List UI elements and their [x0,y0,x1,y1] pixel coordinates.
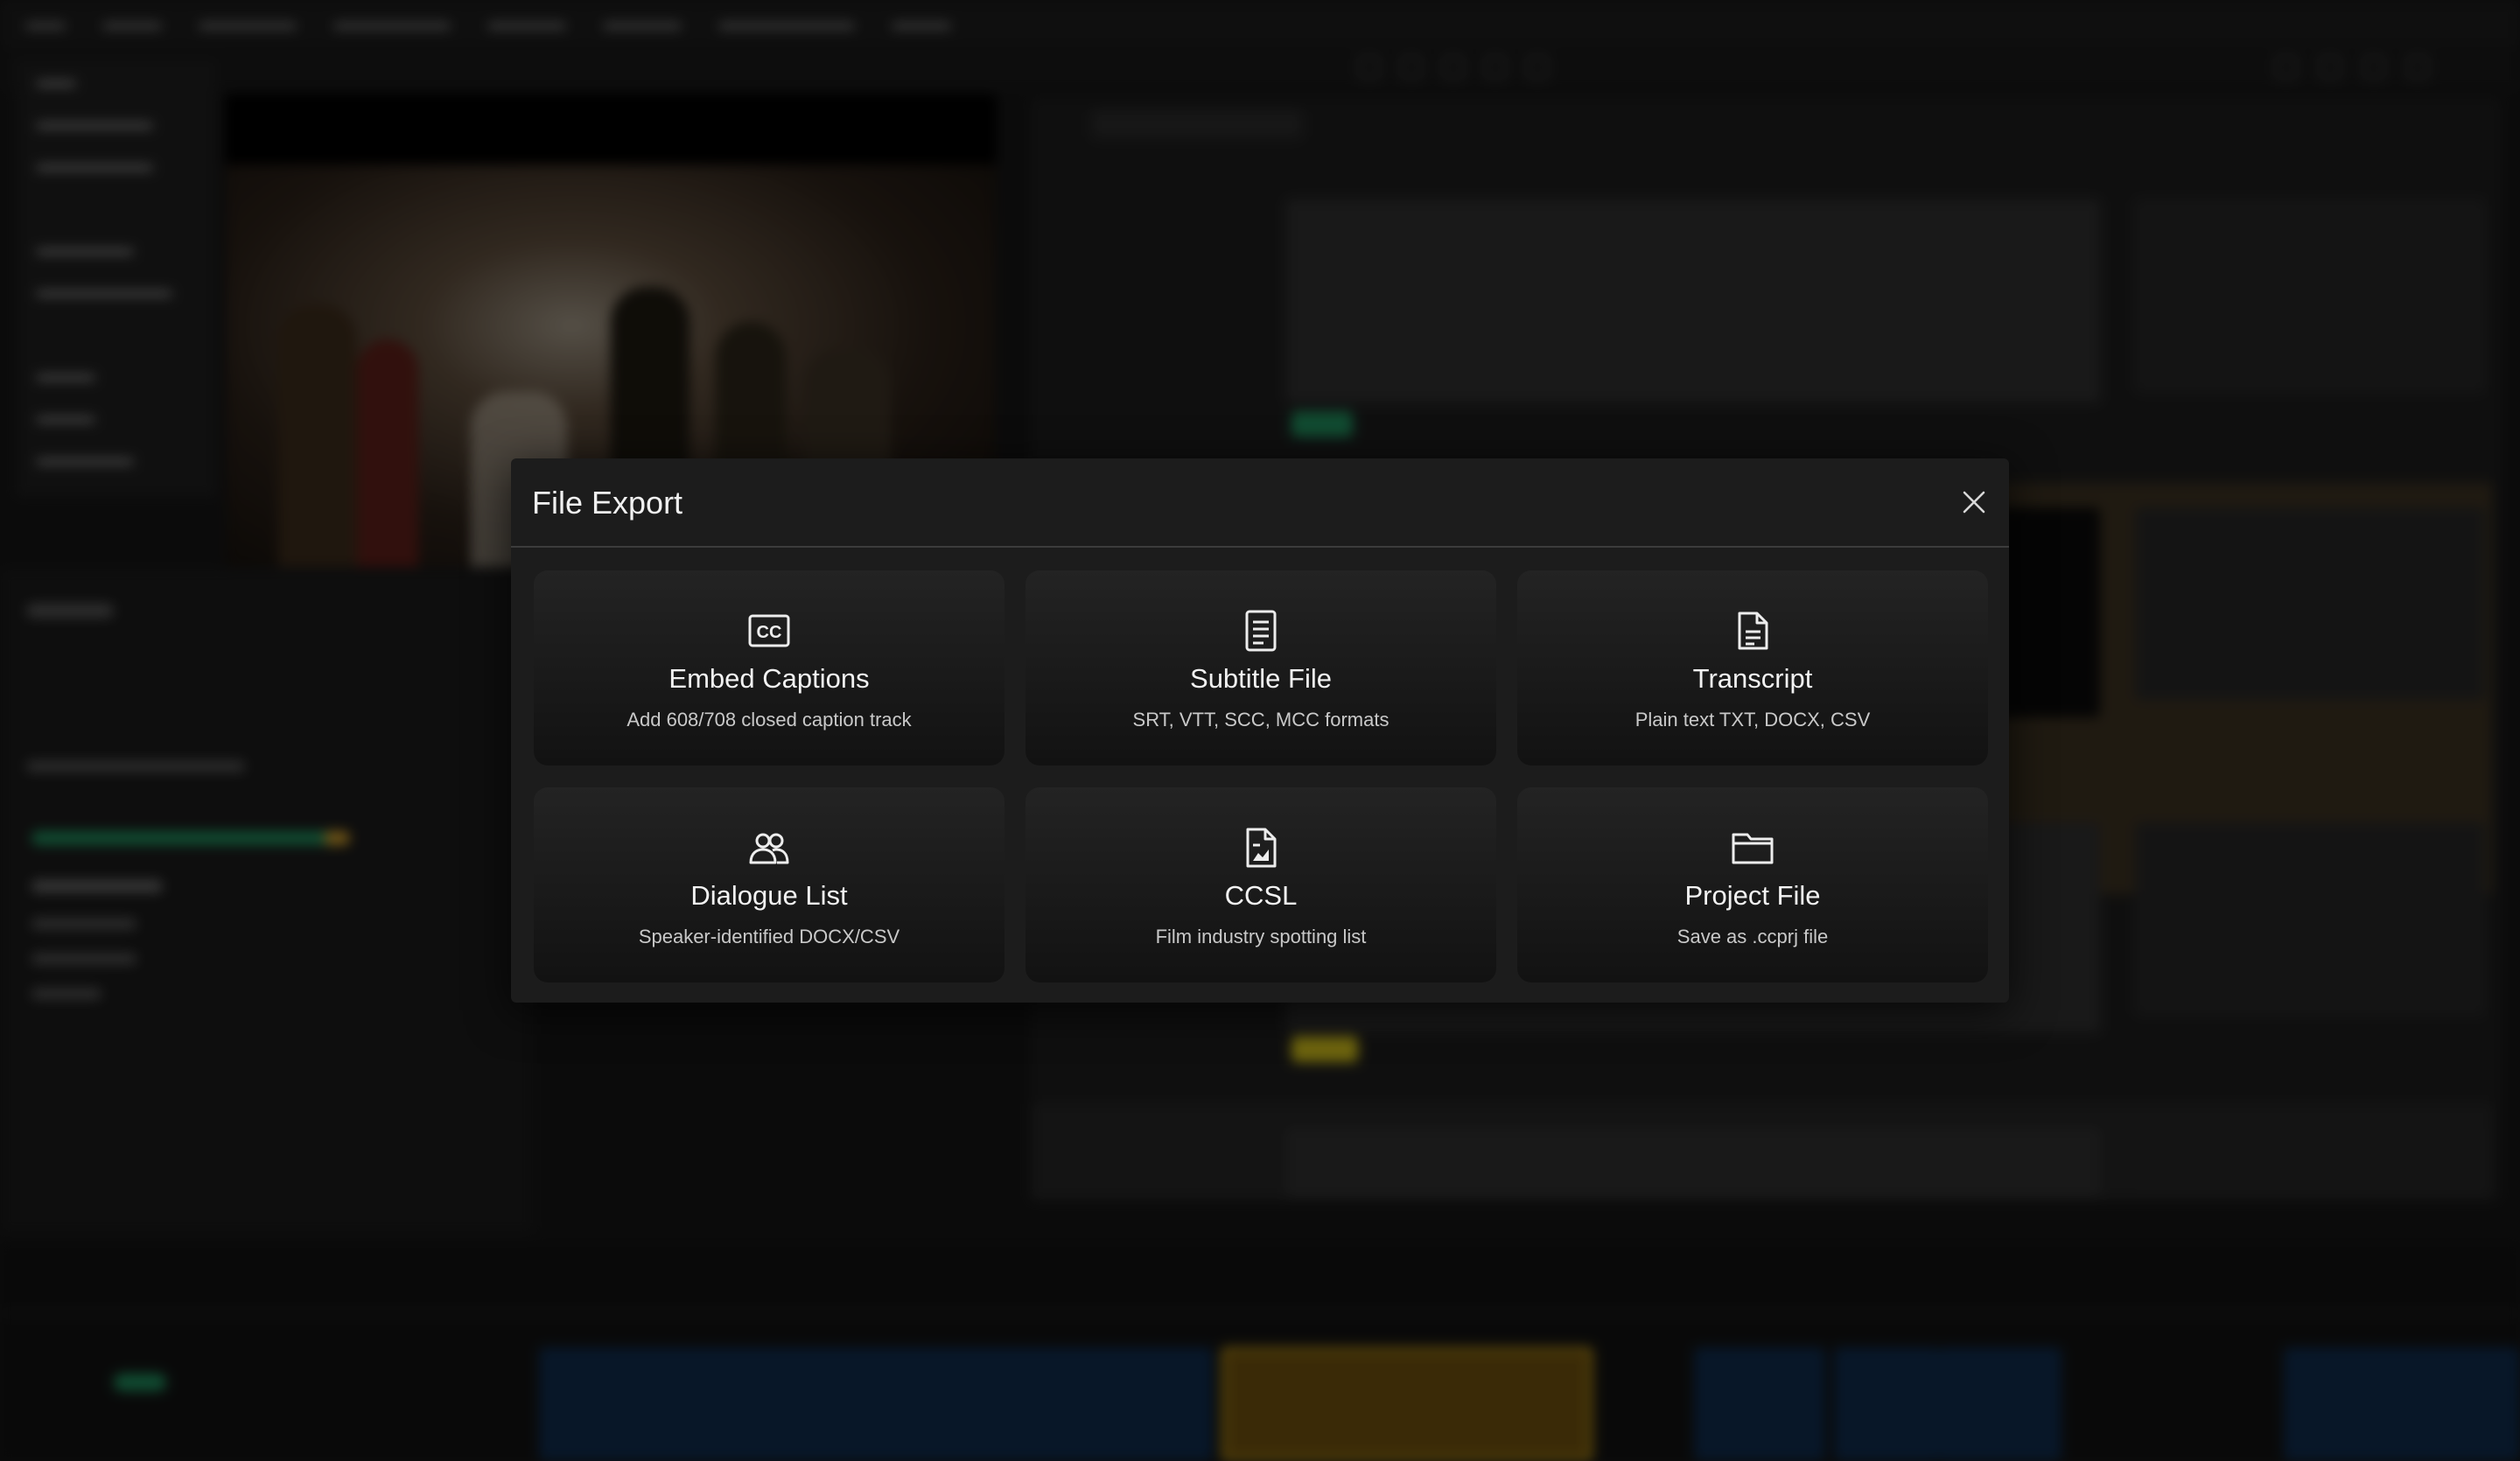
ccsl-option[interactable]: CCSL Film industry spotting list [1026,787,1496,982]
option-title: Project File [1684,880,1821,911]
dialog-header: File Export [511,458,2009,548]
folder-icon [1732,833,1774,864]
option-description: Add 608/708 closed caption track [626,709,912,730]
option-description: Speaker-identified DOCX/CSV [638,926,900,947]
close-icon [1963,491,1985,514]
option-description: Plain text TXT, DOCX, CSV [1634,709,1871,730]
svg-text:CC: CC [757,623,782,642]
option-title: Embed Captions [668,663,870,694]
embed-captions-option[interactable]: CC Embed Captions Add 608/708 closed cap… [534,570,1004,765]
document-lines-icon [1245,610,1277,652]
people-icon [749,833,789,864]
file-export-dialog: File Export CC Embed Captions Add 608/70… [511,458,2009,1003]
dialogue-list-option[interactable]: Dialogue List Speaker-identified DOCX/CS… [534,787,1004,982]
subtitle-file-option[interactable]: Subtitle File SRT, VTT, SCC, MCC formats [1026,570,1496,765]
project-file-option[interactable]: Project File Save as .ccprj file [1517,787,1988,982]
transcript-option[interactable]: Transcript Plain text TXT, DOCX, CSV [1517,570,1988,765]
option-title: Subtitle File [1190,663,1332,694]
option-description: Save as .ccprj file [1676,926,1829,947]
close-button[interactable] [1956,485,1992,520]
dialog-title: File Export [532,485,683,521]
option-title: Dialogue List [690,880,848,911]
transcript-file-icon [1738,612,1768,650]
option-description: Film industry spotting list [1155,926,1367,947]
option-title: Transcript [1692,663,1813,694]
option-description: SRT, VTT, SCC, MCC formats [1132,709,1390,730]
spotting-file-icon [1246,828,1277,868]
option-title: CCSL [1224,880,1298,911]
closed-caption-icon: CC [748,614,790,647]
